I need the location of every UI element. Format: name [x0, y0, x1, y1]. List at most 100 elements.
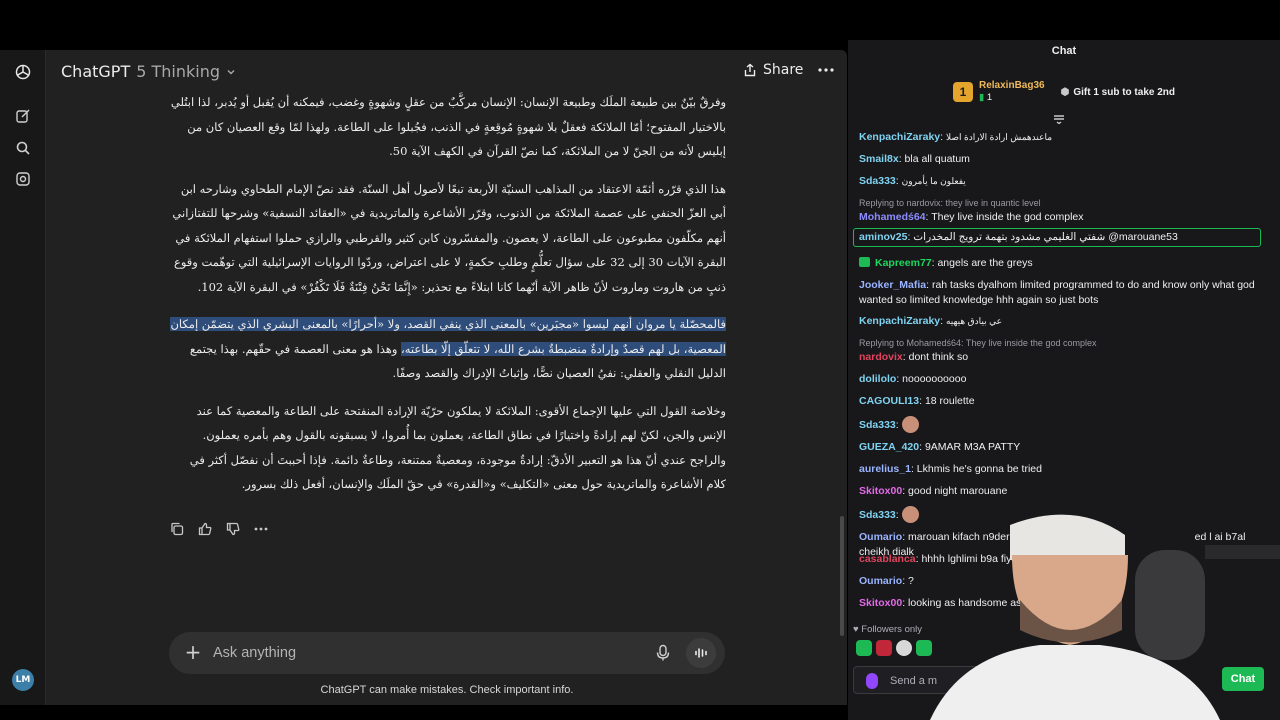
chat-username[interactable]: Mohamedś64 [859, 211, 926, 223]
chat-username[interactable]: Smail8x [859, 153, 899, 165]
more-options-button[interactable] [816, 60, 836, 80]
chat-message: Sda333: يفعلون ما يأمرون [859, 174, 1264, 189]
reply-context: Replying to nardovix: they live in quant… [859, 198, 1041, 208]
chat-message: Smail8x: bla all quatum [859, 152, 1264, 167]
chat-message: Jooker_Mafia: rah tasks dyalhom limited … [859, 278, 1264, 308]
chat-message-text: They live inside the god complex [931, 211, 1084, 223]
more-actions-icon[interactable] [252, 520, 270, 538]
chat-message-text: noooooooooo [902, 373, 967, 385]
thumbs-down-icon[interactable] [224, 520, 242, 538]
chat-message-text: dont think so [908, 351, 969, 363]
chat-message: GUEZA_420: 9AMAR M3A PATTY [859, 440, 1264, 455]
chat-message: Mohamedś64: They live inside the god com… [859, 210, 1264, 225]
chat-message-text: 18 roulette [924, 395, 975, 407]
followers-only-label: Followers only [861, 624, 922, 635]
chat-username[interactable]: aminov25 [859, 231, 907, 243]
sidebar-rail: LM [0, 50, 46, 705]
chat-message: Skitox00: good night marouane [859, 484, 1264, 499]
disclaimer-text: ChatGPT can make mistakes. Check importa… [320, 684, 574, 696]
chat-message: dolilolo: noooooooooo [859, 372, 1264, 387]
chat-username[interactable]: KenpachiZaraky [859, 315, 940, 327]
gift-count: ▮ 1 [979, 92, 1045, 104]
rank-badge: 1 [953, 82, 973, 102]
model-selector[interactable]: ChatGPT 5 Thinking [61, 62, 236, 81]
message-paragraph: وفرقٌ بيّنٌ بين طبيعة الملَك وطبيعة الإن… [170, 95, 726, 158]
chat-username[interactable]: Kapreem77 [875, 257, 932, 269]
separator: : [895, 509, 902, 521]
chat-username[interactable]: Sda333 [859, 419, 896, 431]
composer: + [169, 632, 725, 674]
chat-username[interactable]: Sda333 [859, 509, 896, 521]
emote-icon[interactable] [896, 640, 912, 656]
separator: : [895, 419, 902, 431]
gift-count-value: 1 [986, 92, 993, 103]
more-icon [818, 68, 834, 72]
thumbs-up-icon[interactable] [196, 520, 214, 538]
gift-username: RelaxinBag36 [979, 80, 1045, 91]
chat-username[interactable]: Jooker_Mafia [859, 279, 926, 291]
model-variant: 5 Thinking [136, 62, 220, 81]
chat-username[interactable]: GUEZA_420 [859, 441, 919, 453]
voice-mode-icon[interactable] [686, 638, 716, 668]
message-actions [168, 520, 270, 538]
gift-user: RelaxinBag36 ▮ 1 [979, 80, 1045, 104]
chat-title: Chat [1051, 45, 1077, 57]
chat-message: KenpachiZaraky: ماعندهمش ارادة الارادة ا… [859, 130, 1264, 145]
face-emote-icon [901, 416, 919, 433]
gift-leaderboard[interactable]: 1 RelaxinBag36 ▮ 1 ⬢ Gift 1 sub to take … [953, 80, 1175, 104]
chat-message-text: 9AMAR M3A PATTY [924, 441, 1021, 453]
chat-message-text: شفتي الغليمي مشدود بتهمة ترويج المخدرات … [913, 231, 1178, 243]
chat-message-text: ? [908, 575, 914, 587]
chat-username[interactable]: casablanca [859, 553, 916, 565]
share-icon [744, 63, 756, 77]
chat-username[interactable]: Sda333 [859, 175, 896, 187]
chat-username[interactable]: Skitox00 [859, 597, 902, 609]
chat-message-text: good night marouane [908, 485, 1008, 497]
chat-message: KenpachiZaraky: عي بيادق هيهيه [859, 314, 1264, 329]
message-paragraph: وخلاصة القول التي عليها الإجماع الأقوى: … [189, 403, 726, 492]
chat-message: CAGOULI13: 18 roulette [859, 394, 1264, 409]
copy-icon[interactable] [168, 520, 186, 538]
collapse-icon[interactable] [1052, 114, 1066, 124]
bits-icon[interactable] [866, 673, 878, 689]
chat-message-text: Lkhmis he's gonna be tried [916, 463, 1042, 475]
sub-badge-icon: ▮ [979, 92, 987, 103]
scrollbar[interactable] [840, 516, 844, 636]
gift-icon: ⬢ [1060, 86, 1070, 98]
chat-message: Sda333: [859, 416, 1264, 433]
user-avatar[interactable]: LM [12, 669, 34, 691]
chat-message-text: يفعلون ما يأمرون [901, 176, 966, 186]
emote-bar [856, 640, 932, 656]
chat-username[interactable]: Oumario [859, 575, 902, 587]
search-icon[interactable] [12, 137, 34, 159]
library-icon[interactable] [12, 168, 34, 190]
model-name: ChatGPT [61, 62, 131, 81]
share-button[interactable]: Share [743, 62, 803, 78]
chat-username[interactable]: Oumario [859, 531, 902, 543]
reply-context: Replying to Mohamedś64: They live inside… [859, 338, 1097, 348]
gift-sub-cta[interactable]: ⬢ Gift 1 sub to take 2nd [1061, 87, 1175, 98]
mic-icon[interactable] [655, 644, 671, 662]
openai-logo-icon[interactable] [12, 61, 34, 83]
share-label: Share [763, 62, 804, 78]
prompt-input[interactable] [213, 641, 613, 665]
microphone-arm-icon [1135, 545, 1280, 660]
chat-username[interactable]: aurelius_1 [859, 463, 911, 475]
emote-icon[interactable] [856, 640, 872, 656]
chat-message: nardovix: dont think so [859, 350, 1264, 365]
message-paragraph: هذا الذي قرّره أئمّة الاعتقاد من المذاهب… [172, 181, 726, 294]
plus-icon[interactable]: + [183, 642, 203, 662]
new-chat-icon[interactable] [12, 105, 34, 127]
chat-message: aurelius_1: Lkhmis he's gonna be tried [859, 462, 1264, 477]
chat-message: Kapreem77: angels are the greys [859, 256, 1264, 271]
chat-username[interactable]: KenpachiZaraky [859, 131, 940, 143]
emote-icon[interactable] [876, 640, 892, 656]
chat-username[interactable]: CAGOULI13 [859, 395, 919, 407]
chat-username[interactable]: nardovix [859, 351, 903, 363]
webcam-overlay [930, 514, 1280, 720]
chat-message-text: ماعندهمش ارادة الارادة اصلا [945, 132, 1053, 142]
chatgpt-window: LM ChatGPT 5 Thinking Share وفرقٌ بيّنٌ … [0, 50, 847, 705]
chat-username[interactable]: dolilolo [859, 373, 896, 385]
chat-username[interactable]: Skitox00 [859, 485, 902, 497]
message-paragraph-highlighted: فالمحصّلة يا مروان أنهم ليسوا «مجبَرين» … [170, 312, 726, 386]
